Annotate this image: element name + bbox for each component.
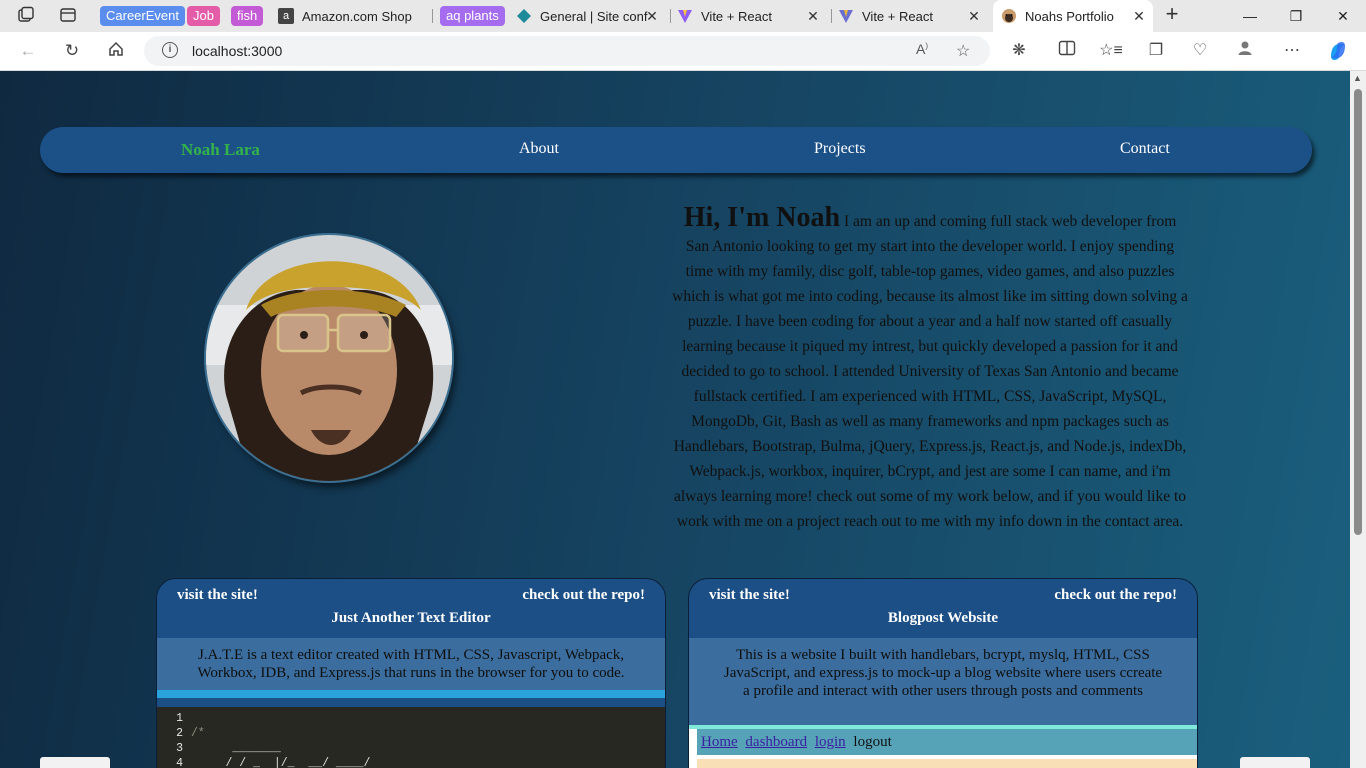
tab-label: Vite + React [862,8,933,24]
tab-group-job[interactable]: Job [183,0,224,32]
close-tab-icon[interactable]: ✕ [805,8,821,25]
tab-vite-react-2[interactable]: Vite + React ✕ [838,0,988,32]
new-tab-button[interactable]: + [1162,3,1182,25]
profile-photo [206,235,452,481]
vite-icon [838,8,854,24]
settings-menu-icon[interactable]: ⋯ [1280,40,1304,62]
url-text: localhost:3000 [192,43,283,59]
home-button[interactable] [104,40,128,62]
collections-icon[interactable]: ❐ [1144,40,1168,62]
preview-logout-text: logout [853,734,892,750]
preview-login-link[interactable]: login [815,734,846,750]
visit-site-link[interactable]: visit the site! [709,587,790,604]
editor-line: 1 [176,712,183,725]
tab-label: General | Site conf [540,8,648,24]
copilot-icon[interactable] [1326,40,1350,62]
vite-icon [677,8,693,24]
blog-preview-nav: Home dashboard login logout [697,729,1197,755]
favorite-star-icon[interactable]: ☆ [956,41,970,61]
editor-line: 4 / / _ |/_ __/ ____/ [176,757,371,768]
preview-home-link[interactable]: Home [701,734,738,750]
refresh-button[interactable]: ↻ [60,40,84,62]
tab-vite-react-1[interactable]: Vite + React ✕ [677,0,827,32]
profile-icon[interactable] [1233,40,1257,62]
project-card-blogpost: visit the site! check out the repo! Blog… [688,578,1198,768]
tab-general-site-conf[interactable]: General | Site conf ✕ [516,0,666,32]
bio-section: Hi, I'm Noah I am an up and coming full … [672,202,1188,534]
project-title: Just Another Text Editor [331,610,491,626]
page-scrollbar[interactable]: ▲ [1350,71,1366,768]
project-description: This is a website I built with handlebar… [689,638,1197,726]
tab-group-label: aq plants [440,6,505,26]
visit-site-link[interactable]: visit the site! [177,587,258,604]
repo-link[interactable]: check out the repo! [1054,587,1177,604]
code-editor-preview: 1 2/* 3 _______ 4 / / _ |/_ __/ ____/ [157,707,665,768]
tab-label: Vite + React [701,8,772,24]
right-edge-button[interactable] [1240,757,1310,768]
address-bar-row: ← ↻ i localhost:3000 A) ☆ ❋ ☆≡ ❐ ♡ ⋯ [0,32,1366,71]
home-icon [109,41,123,56]
amazon-icon: a [278,8,294,24]
page-viewport: Noah Lara About Projects Contact Hi, I'm… [0,71,1350,768]
close-tab-icon[interactable]: ✕ [644,8,660,25]
nav-contact-link[interactable]: Contact [1120,140,1170,158]
tab-group-label: Job [187,6,220,26]
repo-link[interactable]: check out the repo! [522,587,645,604]
site-info-icon[interactable]: i [162,42,178,58]
restore-button[interactable]: ❐ [1273,0,1319,32]
tab-label: Noahs Portfolio [1025,8,1114,24]
tab-group-careerevent[interactable]: CareerEvent [96,0,189,32]
browser-tab-bar: CareerEvent Job fish a Amazon.com Shop a… [0,0,1366,32]
close-tab-icon[interactable]: ✕ [1131,8,1147,25]
editor-line: 2/* [176,727,205,740]
bio-heading: Hi, I'm Noah [683,202,841,233]
tab-group-label: fish [231,6,264,26]
scroll-up-icon[interactable]: ▲ [1353,73,1362,83]
tab-group-label: CareerEvent [100,6,185,26]
extensions-icon[interactable]: ❋ [1007,40,1031,62]
project-title: Blogpost Website [887,610,999,626]
back-button[interactable]: ← [16,40,40,62]
scrollbar-thumb[interactable] [1354,89,1362,535]
tab-noahs-portfolio[interactable]: Noahs Portfolio ✕ [993,0,1153,32]
minimize-button[interactable]: — [1227,0,1273,32]
brand-link[interactable]: Noah Lara [181,140,260,160]
bio-text: I am an up and coming full stack web dev… [672,213,1188,530]
close-window-button[interactable]: ✕ [1320,0,1366,32]
workspaces-icon[interactable] [16,6,36,26]
project-description: J.A.T.E is a text editor created with HT… [157,638,665,690]
read-aloud-icon[interactable]: A) [916,41,928,57]
pug-icon [1001,8,1017,24]
split-screen-icon[interactable] [1055,40,1079,62]
tab-actions-icon[interactable] [58,6,78,26]
tab-amazon[interactable]: a Amazon.com Shop [278,0,428,32]
left-edge-button[interactable] [40,757,110,768]
diamond-icon [516,8,532,24]
tab-group-fish[interactable]: fish [227,0,267,32]
tab-group-aq-plants[interactable]: aq plants [436,0,509,32]
nav-projects-link[interactable]: Projects [814,140,866,158]
close-tab-icon[interactable]: ✕ [966,8,982,25]
editor-line: 3 _______ [176,742,281,755]
project-card-text-editor: visit the site! check out the repo! Just… [156,578,666,768]
tab-label: Amazon.com Shop [302,8,412,24]
browser-essentials-icon[interactable]: ♡ [1188,40,1212,62]
preview-dashboard-link[interactable]: dashboard [745,734,807,750]
site-navbar: Noah Lara About Projects Contact [40,127,1312,173]
favorites-icon[interactable]: ☆≡ [1099,40,1123,62]
nav-about-link[interactable]: About [519,140,559,158]
url-field[interactable]: i localhost:3000 A) ☆ [144,36,990,66]
